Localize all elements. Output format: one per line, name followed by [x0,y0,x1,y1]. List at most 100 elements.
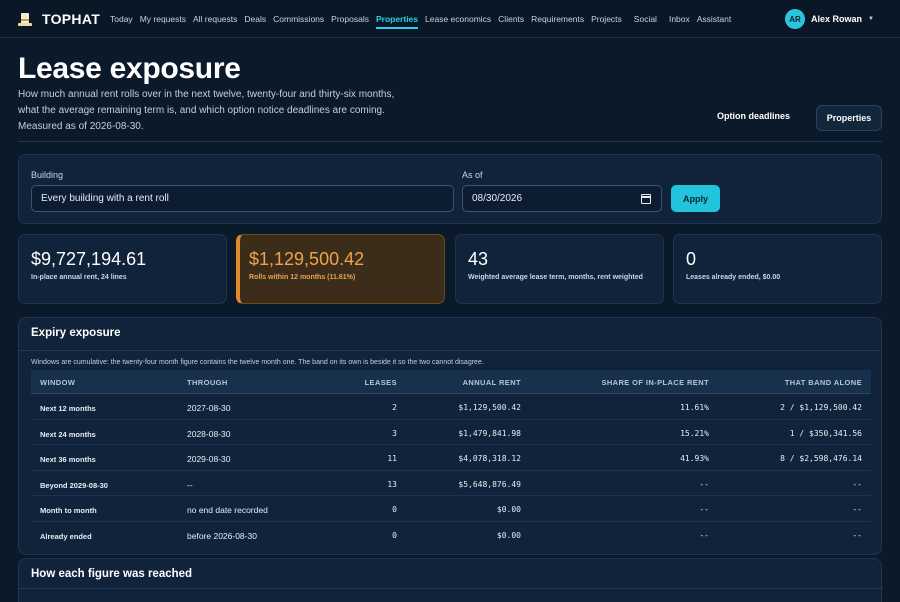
brand-logo[interactable]: TOPHAT [18,11,110,27]
nav-projects[interactable]: Projects [591,0,622,38]
cell-leases: 3 [392,428,397,438]
stat-card-ended-leases: 0 Leases already ended, $0.00 [673,234,882,304]
panel-divider [19,588,883,589]
panel-note: Windows are cumulative: the twenty-four … [31,359,484,366]
cell-window: Beyond 2029-08-30 [40,480,108,490]
building-label: Building [31,170,64,180]
stat-value: $9,727,194.61 [31,249,147,269]
nav-assistant[interactable]: Assistant [697,0,732,38]
header-divider [18,141,882,142]
cell-leases: 13 [387,479,397,489]
nav-deals[interactable]: Deals [244,0,266,38]
asof-date-input[interactable]: 08/30/2026 [462,185,662,212]
nav-commissions[interactable]: Commissions [273,0,324,38]
asof-date-value: 08/30/2026 [472,193,523,204]
panel-title: Expiry exposure [31,327,121,339]
col-band-alone: THAT BAND ALONE [784,378,862,387]
calendar-icon[interactable] [641,194,651,204]
cell-leases: 0 [392,530,397,540]
cell-through: 2028-08-30 [187,428,231,439]
col-share: SHARE OF IN-PLACE RENT [601,378,709,387]
table-row: Next 36 months 2029-08-30 11 $4,078,318.… [31,445,871,471]
how-figures-panel: How each figure was reached [18,558,883,602]
exposure-table: WINDOW THROUGH LEASES ANNUAL RENT SHARE … [31,370,871,548]
filter-panel: Building Every building with a rent roll… [18,154,882,224]
cell-window: Already ended [40,531,92,541]
apply-button[interactable]: Apply [671,185,720,212]
cell-share: 41.93% [680,454,709,464]
stat-card-rolls-12-months: $1,129,500.42 Rolls within 12 months (11… [236,234,445,304]
top-nav: TOPHAT Today My requests All requests De… [0,0,900,38]
table-row: Beyond 2029-08-30 -- 13 $5,648,876.49 --… [31,471,871,497]
panel-divider [19,350,881,351]
panel-title: How each figure was reached [31,568,193,580]
cell-band: -- [852,505,862,515]
table-row: Month to month no end date recorded 0 $0… [31,496,871,522]
col-window: WINDOW [40,378,76,387]
stat-card-in-place-rent: $9,727,194.61 In-place annual rent, 24 l… [18,234,227,304]
cell-through: -- [187,479,193,490]
cell-share: 11.61% [680,403,709,412]
cell-through: 2027-08-30 [187,403,231,413]
table-row: Next 12 months 2027-08-30 2 $1,129,500.4… [31,394,871,420]
stat-value: 43 [468,249,489,269]
cell-rent: $5,648,876.49 [458,479,521,489]
nav-lease-economics[interactable]: Lease economics [425,0,491,38]
cell-rent: $0.00 [496,505,521,515]
nav-today[interactable]: Today [110,0,133,38]
cell-rent: $4,078,318.12 [458,454,521,464]
stat-value: 0 [686,249,697,269]
cell-share: -- [699,479,709,489]
cell-share: 15.21% [680,428,709,438]
cell-band: -- [852,530,862,540]
col-through: THROUGH [187,378,228,387]
nav-clients[interactable]: Clients [498,0,524,38]
cell-band: 2 / $1,129,500.42 [780,403,862,412]
stat-value: $1,129,500.42 [249,249,365,269]
nav-requirements[interactable]: Requirements [531,0,584,38]
properties-button[interactable]: Properties [816,105,882,131]
asof-label: As of [462,170,483,180]
user-name: Alex Rowan [811,14,863,24]
cell-rent: $1,479,841.98 [458,428,521,438]
cell-window: Month to month [40,506,97,516]
nav-my-requests[interactable]: My requests [140,0,186,38]
table-header: WINDOW THROUGH LEASES ANNUAL RENT SHARE … [31,370,871,394]
nav-properties[interactable]: Properties [375,0,419,38]
cell-band: 1 / $350,341.56 [789,428,862,438]
avatar: AR [785,9,806,29]
stat-label: Rolls within 12 months (11.61%) [249,274,356,281]
page-subtitle: How much annual rent rolls over in the n… [18,89,395,132]
table-row: Already ended before 2026-08-30 0 $0.00 … [31,522,871,548]
cell-rent: $1,129,500.42 [458,403,521,412]
cell-through: 2029-08-30 [187,454,231,465]
cell-leases: 0 [392,505,397,515]
cell-window: Next 36 months [40,455,96,465]
caret-down-icon: ▼ [868,16,874,22]
cell-through: before 2026-08-30 [187,530,257,541]
page-title: Lease exposure [18,52,241,85]
cell-share: -- [699,505,709,515]
cell-rent: $0.00 [496,530,521,540]
nav-inbox[interactable]: Inbox [669,0,690,38]
cell-share: -- [699,530,709,540]
stat-label: Leases already ended, $0.00 [686,274,781,281]
cell-band: -- [852,479,862,489]
cell-leases: 2 [392,403,397,412]
brand-name: TOPHAT [42,10,101,27]
nav-all-requests[interactable]: All requests [193,0,237,38]
cell-leases: 11 [387,454,397,464]
building-select[interactable]: Every building with a rent roll [31,185,454,212]
stat-label: In-place annual rent, 24 lines [31,274,127,281]
col-annual-rent: ANNUAL RENT [462,378,521,387]
tophat-icon [18,12,32,26]
col-leases: LEASES [364,378,397,387]
cell-band: 8 / $2,598,476.14 [780,454,862,464]
nav-proposals[interactable]: Proposals [331,0,369,38]
stat-card-walt: 43 Weighted average lease term, months, … [455,234,664,304]
nav-social[interactable]: Social [634,0,657,38]
table-row: Next 24 months 2028-08-30 3 $1,479,841.9… [31,420,871,446]
user-menu[interactable]: AR Alex Rowan ▼ [785,9,874,29]
stat-label: Weighted average lease term, months, ren… [468,274,643,281]
option-deadlines-button[interactable]: Option deadlines [717,111,790,121]
